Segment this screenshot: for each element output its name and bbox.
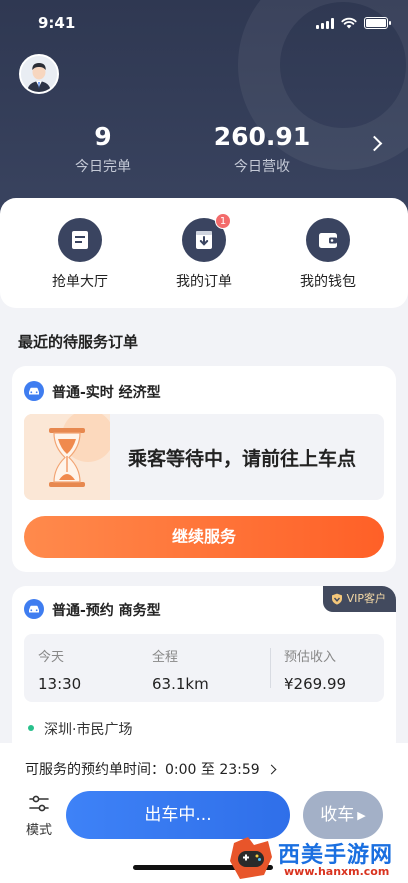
trip-distance: 全程 63.1km bbox=[152, 646, 209, 693]
completed-orders-label: 今日完单 bbox=[75, 159, 131, 175]
trip-income: 预估收入 ¥269.99 bbox=[284, 646, 346, 693]
quick-action-label: 我的订单 bbox=[176, 274, 232, 290]
trip-time-value: 13:30 bbox=[38, 675, 82, 693]
gamepad-logo-icon bbox=[230, 837, 272, 879]
schedule-link[interactable]: 可服务的预约单时间：0:00 至 23:59 bbox=[25, 759, 277, 779]
vip-shield-icon bbox=[331, 593, 342, 605]
watermark: 西美手游网 www.hanxm.com bbox=[228, 833, 408, 883]
car-icon bbox=[24, 381, 44, 401]
order-hall-icon bbox=[58, 218, 102, 262]
avatar[interactable] bbox=[19, 54, 59, 94]
order-card-reserved[interactable]: VIP客户 普通-预约 商务型 今天 13:30 全程 63.1km 预估收入 … bbox=[12, 586, 396, 756]
stop-label: 收车 bbox=[320, 805, 355, 825]
waiting-status-box: 乘客等待中，请前往上车点 bbox=[24, 414, 384, 500]
quick-action-wallet[interactable]: 我的钱包 bbox=[268, 218, 388, 291]
vip-tag: VIP客户 bbox=[322, 586, 396, 612]
watermark-url: www.hanxm.com bbox=[284, 865, 390, 878]
continue-service-button[interactable]: 继续服务 bbox=[24, 516, 384, 558]
play-arrow-icon: ▶ bbox=[357, 809, 366, 822]
quick-action-my-orders[interactable]: 1 我的订单 bbox=[144, 213, 264, 291]
my-orders-icon: 1 bbox=[182, 213, 231, 262]
mode-label: 模式 bbox=[25, 823, 52, 838]
info-divider bbox=[270, 648, 271, 688]
wallet-icon bbox=[306, 218, 350, 262]
trip-info-box: 今天 13:30 全程 63.1km 预估收入 ¥269.99 bbox=[24, 634, 384, 702]
trip-distance-value: 63.1km bbox=[152, 675, 209, 693]
quick-actions-card: 抢单大厅 1 我的订单 我的钱包 bbox=[0, 198, 408, 308]
chevron-right-icon bbox=[266, 764, 277, 774]
start-location-dot bbox=[28, 725, 34, 731]
status-icons bbox=[316, 17, 391, 29]
depart-button[interactable]: 出车中... bbox=[66, 791, 290, 839]
wifi-icon bbox=[341, 17, 357, 29]
driver-avatar-icon bbox=[21, 56, 57, 92]
completed-orders-value: 9 bbox=[94, 122, 112, 151]
trip-time: 今天 13:30 bbox=[38, 646, 81, 693]
trip-day-label: 今天 bbox=[38, 650, 65, 665]
mode-button[interactable]: 模式 bbox=[22, 795, 56, 838]
quick-action-label: 抢单大厅 bbox=[52, 274, 108, 290]
quick-action-label: 我的钱包 bbox=[300, 274, 356, 290]
section-title: 最近的待服务订单 bbox=[18, 333, 139, 351]
battery-icon bbox=[364, 17, 391, 29]
stat-revenue: 260.91 今日营收 bbox=[192, 122, 332, 176]
vip-label: VIP客户 bbox=[346, 592, 386, 605]
order-type: 普通-预约 商务型 bbox=[52, 603, 161, 619]
trip-income-value: ¥269.99 bbox=[284, 675, 347, 693]
revenue-value: 260.91 bbox=[213, 122, 311, 151]
start-location: 深圳·市民广场 bbox=[44, 722, 133, 738]
revenue-label: 今日营收 bbox=[234, 159, 290, 175]
status-time: 9:41 bbox=[38, 14, 76, 32]
trip-income-label: 预估收入 bbox=[284, 650, 337, 665]
order-type: 普通-实时 经济型 bbox=[52, 385, 161, 401]
signal-icon bbox=[316, 17, 334, 29]
stop-service-button[interactable]: 收车 ▶ bbox=[303, 791, 383, 839]
orders-count-badge: 1 bbox=[215, 213, 231, 229]
hourglass-icon bbox=[24, 414, 114, 500]
schedule-text: 可服务的预约单时间：0:00 至 23:59 bbox=[25, 762, 260, 778]
order-card-realtime[interactable]: 普通-实时 经济型 乘客等待中，请前往上车点 继续服务 bbox=[12, 366, 396, 572]
waiting-text: 乘客等待中，请前往上车点 bbox=[128, 448, 357, 470]
trip-distance-label: 全程 bbox=[152, 650, 179, 665]
car-icon bbox=[24, 599, 44, 619]
quick-action-order-hall[interactable]: 抢单大厅 bbox=[20, 218, 140, 291]
status-bar: 9:41 bbox=[0, 0, 408, 44]
stat-completed-orders: 9 今日完单 bbox=[33, 122, 173, 176]
sliders-icon bbox=[29, 795, 49, 812]
